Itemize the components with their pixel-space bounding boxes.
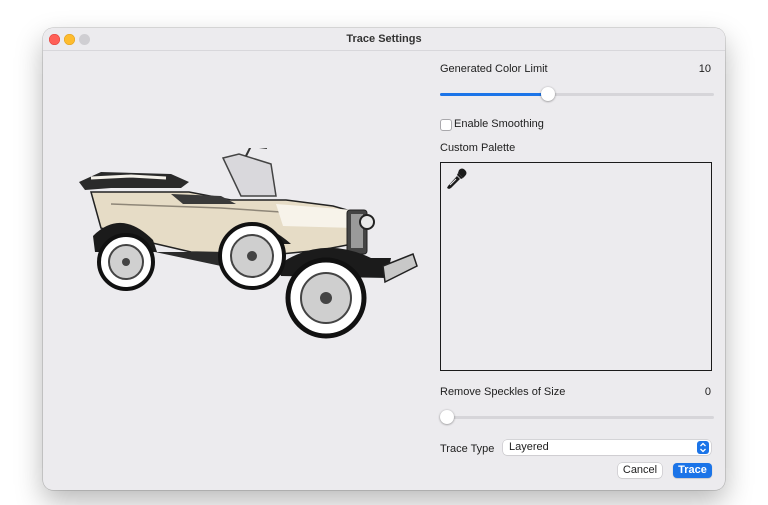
- trace-type-select[interactable]: Layered: [503, 440, 711, 455]
- trace-type-label: Trace Type: [440, 443, 495, 455]
- trace-type-selected: Layered: [509, 441, 549, 453]
- cancel-button[interactable]: Cancel: [618, 463, 662, 478]
- color-limit-slider-fill: [440, 93, 548, 96]
- eyedropper-icon[interactable]: [445, 167, 469, 191]
- speckles-slider-knob[interactable]: [440, 410, 454, 424]
- custom-palette-box[interactable]: [440, 162, 712, 371]
- enable-smoothing-checkbox[interactable]: [440, 119, 452, 131]
- speckles-value: 0: [704, 386, 711, 398]
- color-limit-slider-knob[interactable]: [541, 87, 555, 101]
- image-preview: [79, 148, 418, 339]
- custom-palette-label: Custom Palette: [440, 142, 516, 154]
- title-bar: Trace Settings: [43, 28, 725, 51]
- color-limit-value: 10: [698, 63, 711, 75]
- trace-button[interactable]: Trace: [673, 463, 712, 478]
- enable-smoothing-label: Enable Smoothing: [454, 118, 544, 130]
- trace-settings-window: Trace Settings Generated Color Limit 10 …: [43, 28, 725, 490]
- chevron-updown-icon: [697, 441, 709, 454]
- speckles-label: Remove Speckles of Size: [440, 386, 566, 398]
- window-title: Trace Settings: [346, 33, 422, 45]
- color-limit-label: Generated Color Limit: [440, 63, 548, 75]
- speckles-slider[interactable]: [440, 410, 714, 424]
- color-limit-slider[interactable]: [440, 87, 714, 101]
